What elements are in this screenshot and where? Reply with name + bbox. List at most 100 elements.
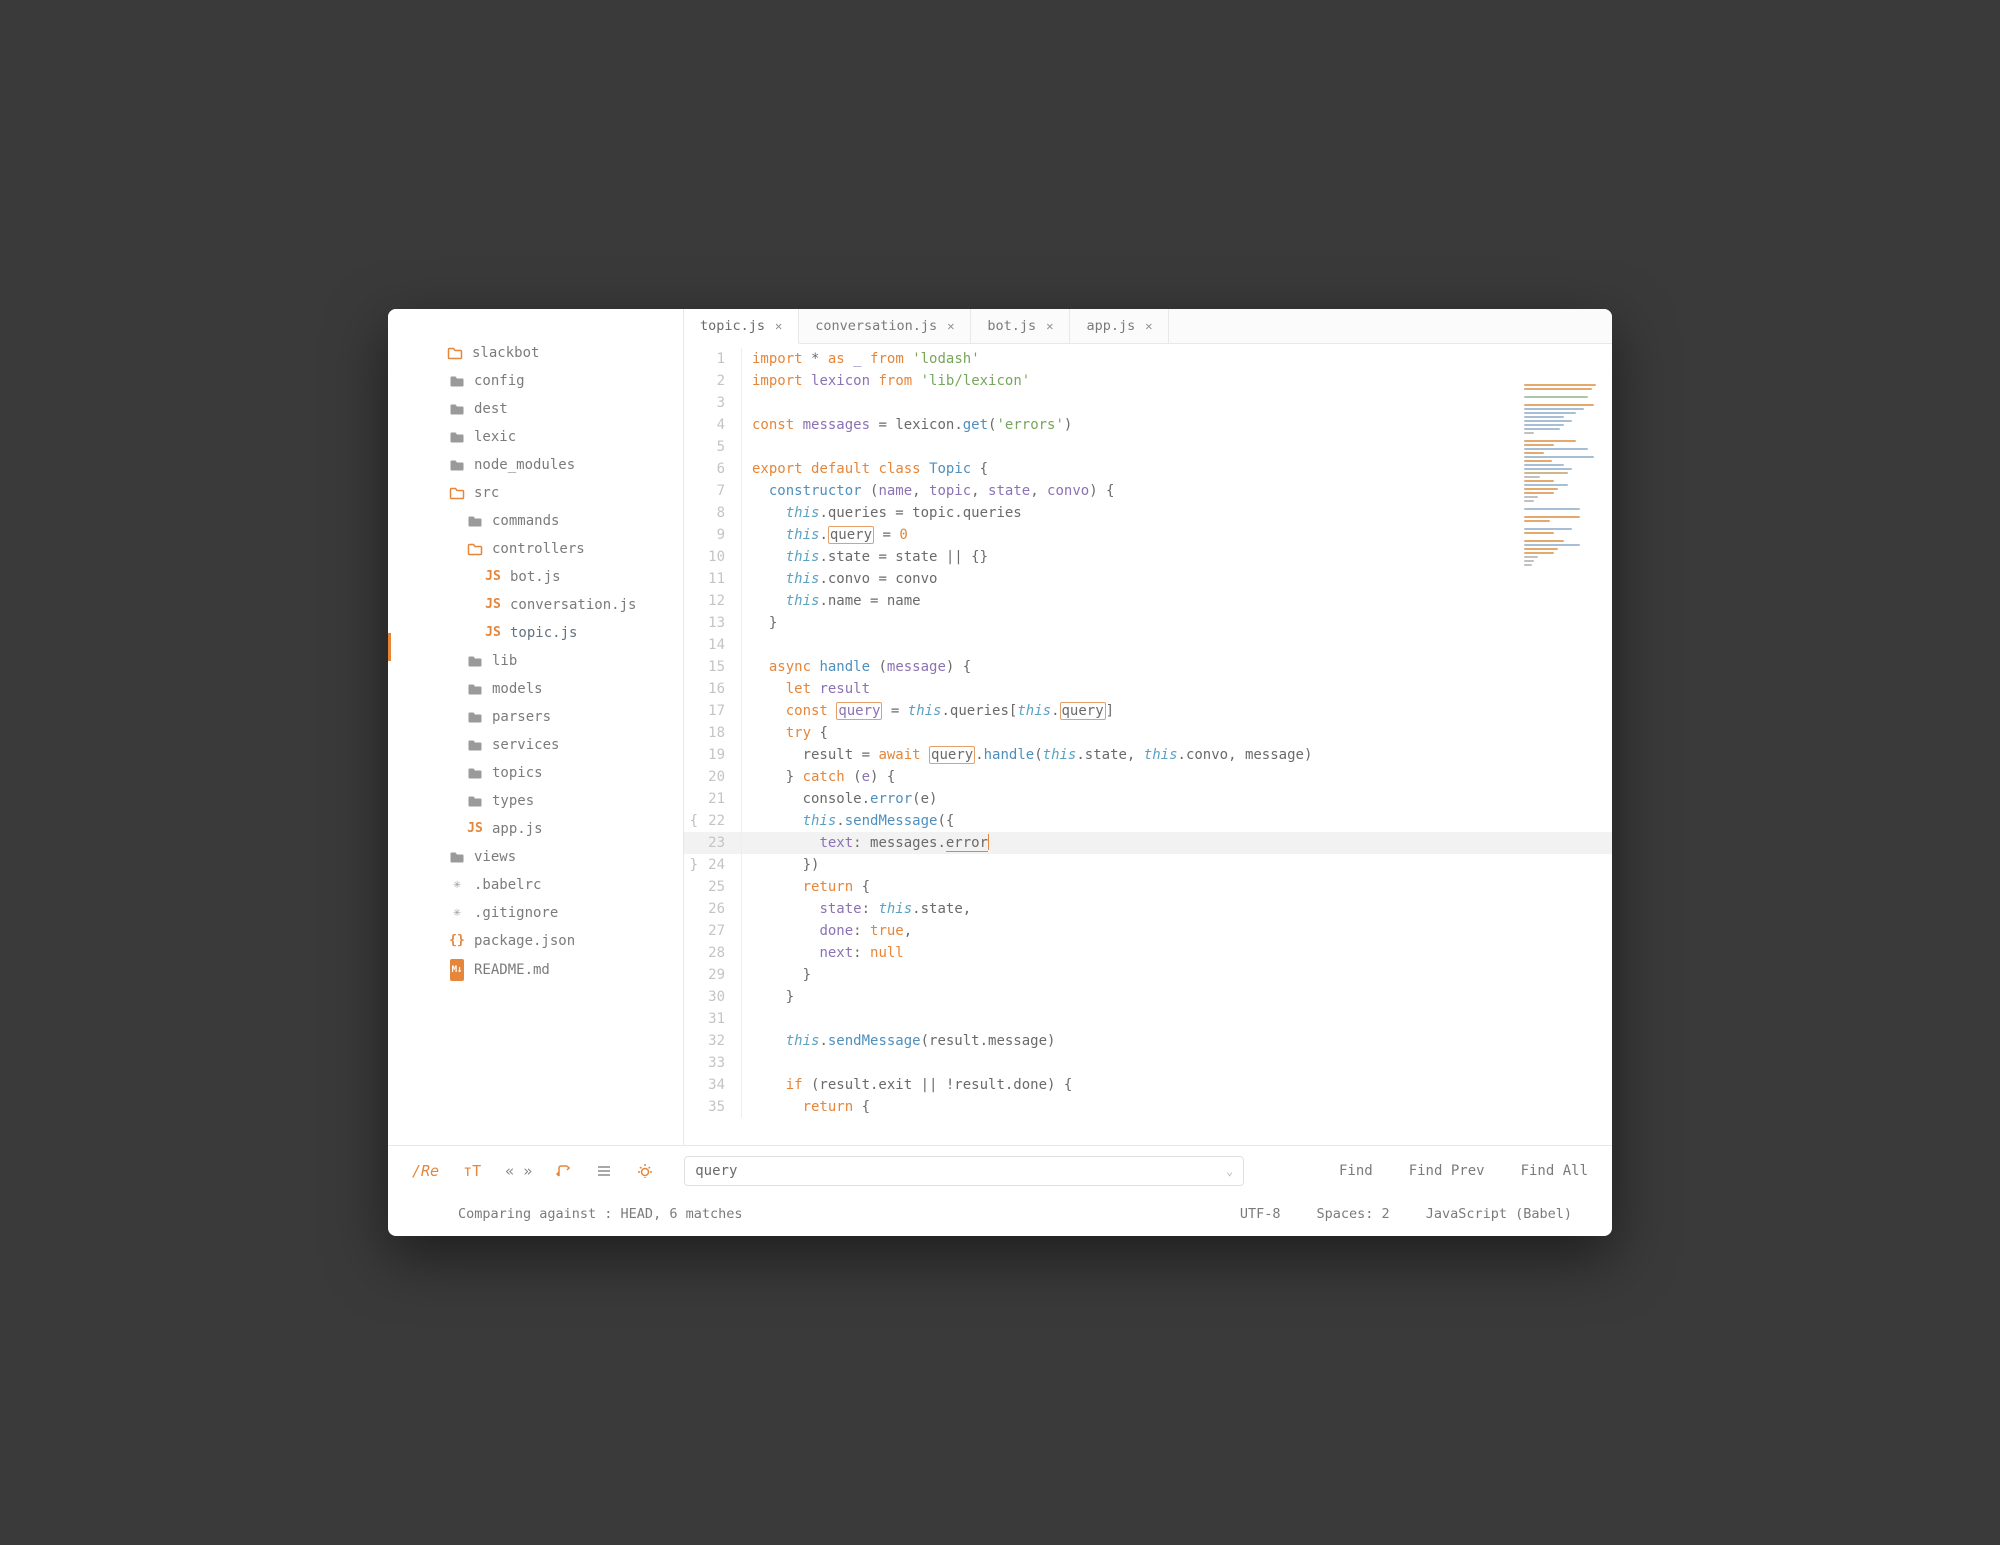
- fold-gutter[interactable]: [684, 458, 702, 480]
- code-line[interactable]: 14: [684, 634, 1612, 656]
- code-line[interactable]: }24 }): [684, 854, 1612, 876]
- file-tree-sidebar[interactable]: slackbotconfigdestlexicnode_modulessrcco…: [388, 309, 683, 1145]
- chevron-down-icon[interactable]: ⌄: [1226, 1164, 1233, 1178]
- fold-gutter[interactable]: [684, 700, 702, 722]
- tree-item[interactable]: types: [388, 787, 683, 815]
- fold-gutter[interactable]: [684, 546, 702, 568]
- code-line[interactable]: 29 }: [684, 964, 1612, 986]
- code-line[interactable]: 13 }: [684, 612, 1612, 634]
- fold-gutter[interactable]: [684, 678, 702, 700]
- code-line[interactable]: 7 constructor (name, topic, state, convo…: [684, 480, 1612, 502]
- code-line[interactable]: 3: [684, 392, 1612, 414]
- editor-tab[interactable]: topic.js✕: [684, 309, 799, 344]
- options-icon[interactable]: [596, 1163, 612, 1179]
- tree-item[interactable]: src: [388, 479, 683, 507]
- wrap-toggle-icon[interactable]: « »: [505, 1162, 532, 1180]
- fold-gutter[interactable]: [684, 392, 702, 414]
- fold-gutter[interactable]: [684, 964, 702, 986]
- close-icon[interactable]: ✕: [1145, 319, 1152, 333]
- code-line[interactable]: 2import lexicon from 'lib/lexicon': [684, 370, 1612, 392]
- fold-gutter[interactable]: [684, 1052, 702, 1074]
- code-line[interactable]: 12 this.name = name: [684, 590, 1612, 612]
- fold-gutter[interactable]: [684, 348, 702, 370]
- fold-gutter[interactable]: [684, 502, 702, 524]
- fold-gutter[interactable]: }: [684, 854, 702, 876]
- code-line[interactable]: 11 this.convo = convo: [684, 568, 1612, 590]
- close-icon[interactable]: ✕: [947, 319, 954, 333]
- code-line[interactable]: 8 this.queries = topic.queries: [684, 502, 1612, 524]
- status-language[interactable]: JavaScript (Babel): [1426, 1206, 1572, 1222]
- code-line[interactable]: 33: [684, 1052, 1612, 1074]
- tree-item[interactable]: lib: [388, 647, 683, 675]
- status-encoding[interactable]: UTF-8: [1240, 1206, 1281, 1222]
- fold-gutter[interactable]: [684, 766, 702, 788]
- tree-item[interactable]: topics: [388, 759, 683, 787]
- tree-item[interactable]: slackbot: [388, 339, 683, 367]
- code-line[interactable]: 6export default class Topic {: [684, 458, 1612, 480]
- tree-item[interactable]: node_modules: [388, 451, 683, 479]
- find-next-button[interactable]: Find: [1339, 1163, 1373, 1179]
- code-line[interactable]: 34 if (result.exit || !result.done) {: [684, 1074, 1612, 1096]
- fold-gutter[interactable]: [684, 568, 702, 590]
- fold-gutter[interactable]: {: [684, 810, 702, 832]
- tree-item[interactable]: controllers: [388, 535, 683, 563]
- code-line[interactable]: 1import * as _ from 'lodash': [684, 348, 1612, 370]
- tree-item[interactable]: JSbot.js: [388, 563, 683, 591]
- tree-item[interactable]: dest: [388, 395, 683, 423]
- tree-item[interactable]: config: [388, 367, 683, 395]
- tree-item[interactable]: commands: [388, 507, 683, 535]
- editor-tab[interactable]: conversation.js✕: [799, 309, 971, 343]
- regex-toggle-icon[interactable]: /Re: [412, 1162, 439, 1180]
- fold-gutter[interactable]: [684, 788, 702, 810]
- code-line[interactable]: 19 result = await query.handle(this.stat…: [684, 744, 1612, 766]
- code-line[interactable]: 10 this.state = state || {}: [684, 546, 1612, 568]
- fold-gutter[interactable]: [684, 656, 702, 678]
- status-spaces[interactable]: Spaces: 2: [1317, 1206, 1390, 1222]
- fold-gutter[interactable]: [684, 436, 702, 458]
- tree-item[interactable]: ✳.gitignore: [388, 899, 683, 927]
- code-line[interactable]: 21 console.error(e): [684, 788, 1612, 810]
- fold-gutter[interactable]: [684, 524, 702, 546]
- code-line[interactable]: 27 done: true,: [684, 920, 1612, 942]
- fold-gutter[interactable]: [684, 1008, 702, 1030]
- code-line[interactable]: {22 this.sendMessage({: [684, 810, 1612, 832]
- find-all-button[interactable]: Find All: [1521, 1163, 1588, 1179]
- code-line[interactable]: 25 return {: [684, 876, 1612, 898]
- code-line[interactable]: 35 return {: [684, 1096, 1612, 1118]
- tree-item[interactable]: lexic: [388, 423, 683, 451]
- code-line[interactable]: 30 }: [684, 986, 1612, 1008]
- tree-item[interactable]: {}package.json: [388, 927, 683, 955]
- fold-gutter[interactable]: [684, 898, 702, 920]
- code-line[interactable]: 26 state: this.state,: [684, 898, 1612, 920]
- fold-gutter[interactable]: [684, 1096, 702, 1118]
- fold-gutter[interactable]: [684, 1074, 702, 1096]
- code-line[interactable]: 5: [684, 436, 1612, 458]
- fold-gutter[interactable]: [684, 942, 702, 964]
- tree-item[interactable]: models: [388, 675, 683, 703]
- code-area[interactable]: 1import * as _ from 'lodash'2import lexi…: [684, 344, 1612, 1145]
- code-line[interactable]: 17 const query = this.queries[this.query…: [684, 700, 1612, 722]
- find-input[interactable]: [695, 1163, 1226, 1179]
- fold-gutter[interactable]: [684, 612, 702, 634]
- code-line[interactable]: 20 } catch (e) {: [684, 766, 1612, 788]
- fold-gutter[interactable]: [684, 414, 702, 436]
- tree-item[interactable]: JStopic.js: [388, 619, 683, 647]
- fold-gutter[interactable]: [684, 634, 702, 656]
- tree-item[interactable]: M↓README.md: [388, 955, 683, 985]
- code-line[interactable]: 32 this.sendMessage(result.message): [684, 1030, 1612, 1052]
- code-line[interactable]: 18 try {: [684, 722, 1612, 744]
- code-line[interactable]: 28 next: null: [684, 942, 1612, 964]
- fold-gutter[interactable]: [684, 590, 702, 612]
- fold-gutter[interactable]: [684, 832, 702, 854]
- selection-toggle-icon[interactable]: [556, 1163, 572, 1179]
- code-line[interactable]: 16 let result: [684, 678, 1612, 700]
- tree-item[interactable]: views: [388, 843, 683, 871]
- fold-gutter[interactable]: [684, 370, 702, 392]
- find-input-wrapper[interactable]: ⌄: [684, 1156, 1244, 1186]
- tree-item[interactable]: services: [388, 731, 683, 759]
- code-line[interactable]: 15 async handle (message) {: [684, 656, 1612, 678]
- tab-bar[interactable]: topic.js✕conversation.js✕bot.js✕app.js✕: [684, 309, 1612, 344]
- editor-tab[interactable]: app.js✕: [1070, 309, 1169, 343]
- fold-gutter[interactable]: [684, 722, 702, 744]
- fold-gutter[interactable]: [684, 876, 702, 898]
